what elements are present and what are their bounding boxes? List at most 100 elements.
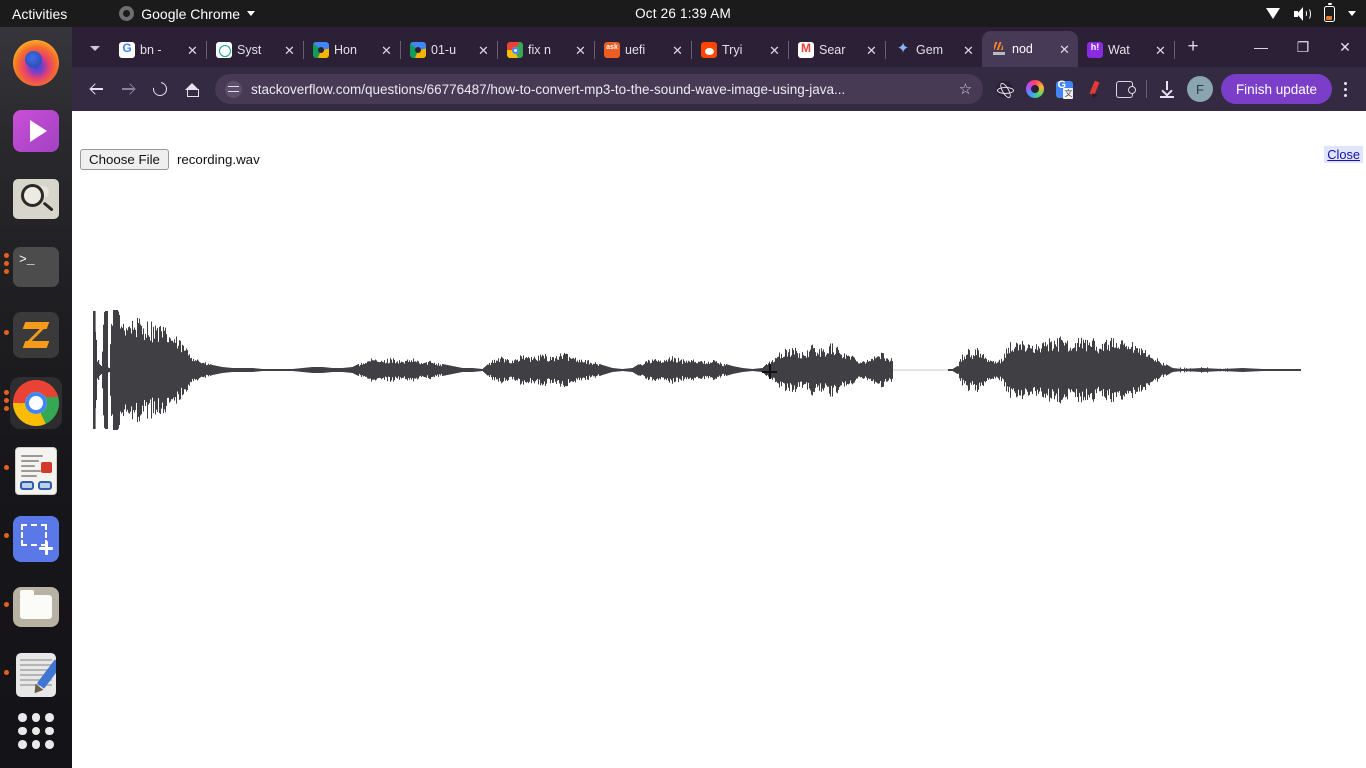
tab-close-icon[interactable]: ✕ [475, 42, 492, 59]
tab-tryi[interactable]: Tryi ✕ [692, 33, 788, 67]
document-viewer-icon [16, 448, 56, 494]
avatar[interactable]: F [1186, 76, 1213, 102]
dock-item-screenshot-tool[interactable] [10, 513, 62, 565]
tab-close-icon[interactable]: ✕ [669, 42, 686, 59]
download-icon [1159, 80, 1176, 98]
tab-nod-active[interactable]: nod ✕ [982, 31, 1078, 67]
home-icon [185, 82, 199, 97]
dock-item-document-viewer[interactable] [10, 445, 62, 497]
magnifier-icon [13, 179, 59, 219]
tab-search-button[interactable] [80, 34, 110, 62]
new-tab-button[interactable]: + [1179, 33, 1207, 61]
tab-label: Gem [916, 43, 944, 57]
tab-sear[interactable]: Sear ✕ [789, 33, 885, 67]
running-indicator-sublime [4, 330, 9, 335]
extensions-button[interactable] [1112, 76, 1138, 102]
reload-icon [150, 79, 170, 99]
tab-syst[interactable]: Syst ✕ [207, 33, 303, 67]
three-dot-menu-icon[interactable] [1332, 74, 1358, 104]
extension-red-pen[interactable] [1082, 76, 1108, 102]
tab-label: uefi [625, 43, 646, 57]
show-applications-button[interactable] [10, 705, 62, 757]
extension-react-devtools[interactable] [992, 76, 1018, 102]
wifi-icon[interactable] [1266, 8, 1281, 19]
gmail-icon [798, 42, 814, 58]
extension-color-ring[interactable] [1022, 76, 1048, 102]
battery-icon[interactable] [1324, 3, 1335, 22]
react-devtools-icon [996, 80, 1015, 98]
tab-gem[interactable]: Gem ✕ [886, 33, 982, 67]
dock-item-document-preview[interactable] [10, 173, 62, 225]
tab-uefi[interactable]: uefi ✕ [595, 33, 691, 67]
red-pen-icon [1086, 80, 1103, 100]
minimize-button[interactable]: — [1240, 33, 1282, 61]
tab-strip: bn - ✕ Syst ✕ Hon ✕ 01-u ✕ [72, 27, 1366, 67]
folder-icon [13, 587, 59, 627]
tab-close-icon[interactable]: ✕ [1056, 41, 1073, 58]
tab-label: 01-u [431, 43, 457, 57]
tab-label: nod [1012, 42, 1033, 56]
color-ring-icon [1025, 80, 1044, 98]
tab-close-icon[interactable]: ✕ [766, 42, 783, 59]
tab-list: bn - ✕ Syst ✕ Hon ✕ 01-u ✕ [110, 27, 1175, 67]
close-window-button[interactable]: ✕ [1324, 33, 1366, 61]
reload-button[interactable] [144, 73, 176, 105]
dock-item-firefox[interactable] [10, 37, 62, 89]
extension-google-translate[interactable] [1052, 76, 1078, 102]
toolbar-separator [1145, 80, 1147, 98]
volume-icon[interactable] [1294, 6, 1311, 21]
page-content: Choose File recording.wav Close [72, 111, 1366, 768]
tab-close-icon[interactable]: ✕ [1152, 42, 1169, 59]
window-controls: — ❐ ✕ [1240, 33, 1366, 61]
dock-item-media-player[interactable] [10, 105, 62, 157]
dock-item-files[interactable] [10, 581, 62, 633]
star-icon[interactable]: ☆ [957, 81, 974, 98]
home-button[interactable] [176, 73, 208, 105]
waveform-svg [93, 310, 1301, 430]
tab-wat[interactable]: Wat ✕ [1078, 33, 1174, 67]
tab-label: fix n [528, 43, 551, 57]
tab-fix-n[interactable]: fix n ✕ [498, 33, 594, 67]
back-arrow-icon [90, 83, 103, 96]
running-indicator-text-editor [4, 670, 9, 675]
tab-close-icon[interactable]: ✕ [572, 42, 589, 59]
tab-close-icon[interactable]: ✕ [378, 42, 395, 59]
screenshot-icon [13, 516, 59, 562]
downloads-button[interactable] [1155, 76, 1181, 102]
ubuntu-dock: >_ [0, 27, 72, 768]
address-bar[interactable]: stackoverflow.com/questions/66776487/how… [215, 74, 983, 104]
google-icon [119, 42, 135, 58]
clock[interactable]: Oct 26 1:39 AM [0, 6, 1366, 21]
tab-close-icon[interactable]: ✕ [960, 42, 977, 59]
tab-close-icon[interactable]: ✕ [184, 42, 201, 59]
google-drive-icon [410, 42, 426, 58]
firefox-icon [13, 40, 59, 86]
ask-icon [604, 42, 620, 58]
running-indicator-document-viewer [4, 465, 9, 470]
gemini-icon [895, 42, 911, 58]
tab-01-u[interactable]: 01-u ✕ [401, 33, 497, 67]
tab-label: bn - [140, 43, 162, 57]
tab-label: Hon [334, 43, 357, 57]
finish-update-button[interactable]: Finish update [1220, 74, 1332, 104]
h-icon [1087, 42, 1103, 58]
tab-close-icon[interactable]: ✕ [863, 42, 880, 59]
tab-label: Syst [237, 43, 262, 57]
tune-icon[interactable] [225, 80, 242, 98]
waveform-canvas[interactable] [72, 111, 1366, 768]
forward-button[interactable] [112, 73, 144, 105]
tab-hon[interactable]: Hon ✕ [304, 33, 400, 67]
tab-label: Sear [819, 43, 846, 57]
dock-item-text-editor[interactable] [10, 649, 62, 701]
dock-item-google-chrome[interactable] [10, 377, 62, 429]
dock-item-terminal[interactable]: >_ [10, 241, 62, 293]
google-translate-icon [1056, 79, 1074, 99]
tab-close-icon[interactable]: ✕ [281, 42, 298, 59]
tab-bn[interactable]: bn - ✕ [110, 33, 206, 67]
chrome-icon [507, 42, 523, 58]
dock-item-sublime-text[interactable] [10, 309, 62, 361]
back-button[interactable] [80, 73, 112, 105]
extensions-puzzle-icon [1116, 80, 1137, 98]
maximize-button[interactable]: ❐ [1282, 33, 1324, 61]
chrome-window: bn - ✕ Syst ✕ Hon ✕ 01-u ✕ [72, 27, 1366, 768]
